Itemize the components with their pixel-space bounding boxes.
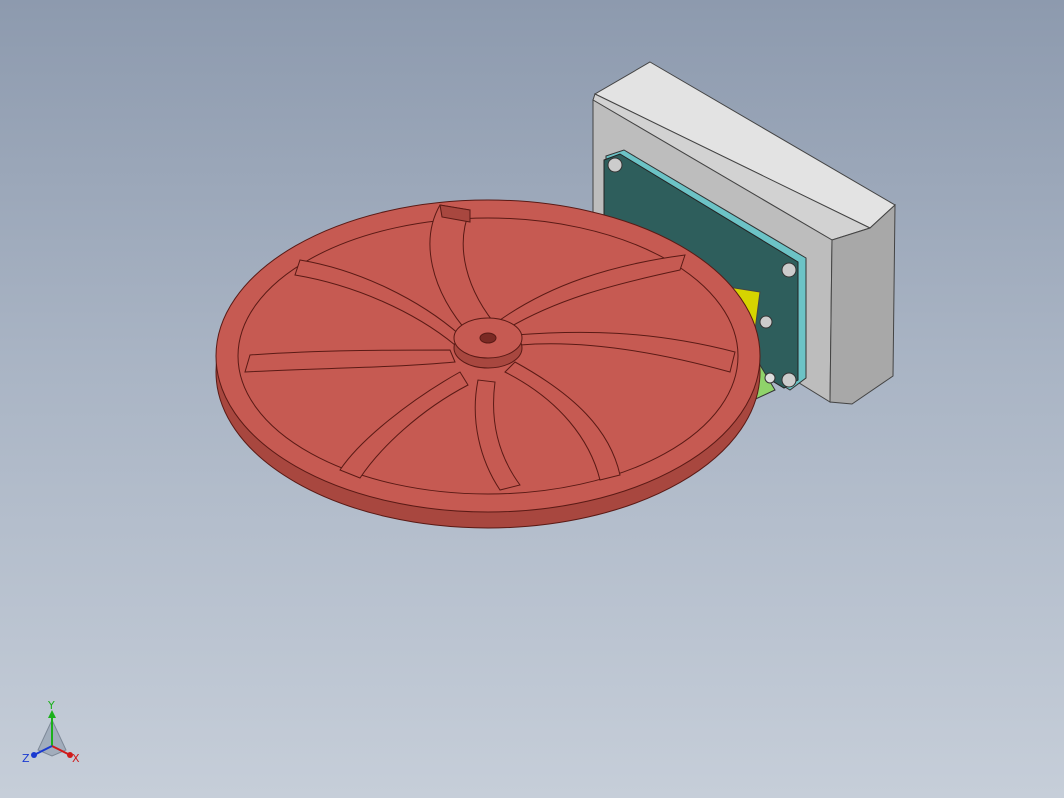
- axis-triad-icon: Y X Z: [22, 699, 80, 765]
- screw-icon: [781, 372, 797, 388]
- wheel-hub[interactable]: [453, 317, 523, 369]
- axis-y-label: Y: [47, 700, 55, 712]
- screw-icon: [759, 315, 773, 329]
- axis-z-label: Z: [22, 752, 30, 765]
- graphics-viewport[interactable]: Y X Z: [0, 0, 1064, 798]
- handwheel[interactable]: [215, 199, 761, 529]
- axis-x-label: X: [72, 752, 80, 765]
- orientation-triad[interactable]: Y X Z: [18, 699, 88, 770]
- screw-icon: [607, 157, 623, 173]
- bolt-icon: [764, 372, 776, 384]
- screw-icon: [781, 262, 797, 278]
- model-view[interactable]: [0, 0, 1064, 798]
